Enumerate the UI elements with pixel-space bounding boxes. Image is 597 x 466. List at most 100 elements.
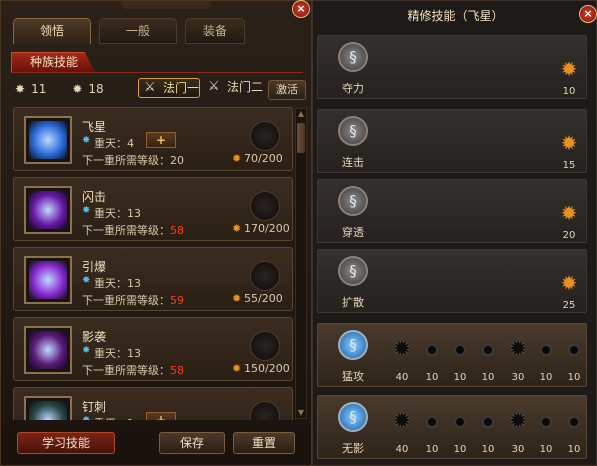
refine-node[interactable] <box>420 338 444 362</box>
sun-count: 18 <box>88 82 104 96</box>
dot-node-icon <box>482 416 494 428</box>
skill-cost: 55/200 <box>244 292 283 305</box>
learn-skill-button[interactable]: 学习技能 <box>17 432 115 454</box>
skill-slot[interactable] <box>250 331 280 361</box>
dot-node-icon <box>568 344 580 356</box>
swirl-icon[interactable]: § <box>338 116 368 146</box>
refine-node[interactable] <box>476 338 500 362</box>
scroll-up-icon[interactable]: ▲ <box>296 109 306 119</box>
refine-label: 无影 <box>342 442 364 455</box>
close-icon[interactable]: × <box>292 0 310 18</box>
skill-window: × 领悟 一般 装备 种族技能 ✸ 11 ✹ 18 ⚔ 法门一 ⚔ 法门二 激活… <box>0 0 597 466</box>
sun-icon[interactable]: ✹ <box>558 202 580 224</box>
burst-node-icon: ✹ <box>508 409 528 434</box>
skill-art <box>29 121 67 159</box>
refine-row: § 扩散 ✹ 25 <box>317 249 587 313</box>
swirl-icon[interactable]: § <box>338 186 368 216</box>
refine-node[interactable] <box>562 338 586 362</box>
swirl-icon[interactable]: § <box>338 42 368 72</box>
refine-node[interactable]: ✹ <box>506 410 530 434</box>
tab-comprehend[interactable]: 领悟 <box>13 18 91 44</box>
skill-card[interactable]: 飞星 ✸ 重天：4 + 下一重所需等级：20 ✹ 70/200 <box>13 107 293 171</box>
skill-name: 影袭 <box>82 330 107 344</box>
burst-node-icon: ✹ <box>508 337 528 362</box>
save-button[interactable]: 保存 <box>159 432 225 454</box>
swirl-icon[interactable]: § <box>338 330 368 360</box>
skill-card[interactable]: 引爆 ✸ 重天：13 下一重所需等级：59 ✹ 55/200 <box>13 247 293 311</box>
activate-button[interactable]: 激活 <box>268 80 306 100</box>
sun-icon: ✹ <box>232 362 242 375</box>
skill-icon[interactable] <box>24 326 72 374</box>
requirement-level: 20 <box>170 154 184 167</box>
star-icon: ✸ <box>82 345 91 356</box>
tab-general[interactable]: 一般 <box>99 18 177 44</box>
sun-icon[interactable]: ✹ <box>558 272 580 294</box>
requirement-label: 下一重所需等级： <box>82 294 170 307</box>
skill-icon[interactable] <box>24 256 72 304</box>
scroll-thumb[interactable] <box>297 123 305 153</box>
skill-slot[interactable] <box>250 191 280 221</box>
skill-icon[interactable] <box>24 116 72 164</box>
refine-node[interactable] <box>534 410 558 434</box>
refine-node[interactable] <box>562 410 586 434</box>
skill-art <box>29 191 67 229</box>
close-icon[interactable]: × <box>579 5 597 23</box>
refine-label: 扩散 <box>342 296 364 309</box>
scrollbar[interactable]: ▲ ▼ <box>295 108 307 419</box>
refine-label: 连击 <box>342 156 364 169</box>
skills-panel: × 领悟 一般 装备 种族技能 ✸ 11 ✹ 18 ⚔ 法门一 ⚔ 法门二 激活… <box>0 0 312 466</box>
skill-cost: 170/200 <box>244 222 290 235</box>
star-icon: ✸ <box>82 205 91 216</box>
skill-cost: 70/200 <box>244 152 283 165</box>
node-value: 30 <box>511 444 525 455</box>
skill-card[interactable]: 影袭 ✸ 重天：13 下一重所需等级：58 ✹ 150/200 <box>13 317 293 381</box>
requirement-level: 58 <box>170 224 184 237</box>
refine-node[interactable] <box>476 410 500 434</box>
skill-icon[interactable] <box>24 396 72 420</box>
node-value: 10 <box>567 372 581 383</box>
refine-node[interactable]: ✹ <box>390 338 414 362</box>
add-point-button[interactable]: + <box>146 412 176 420</box>
refine-title: 精修技能（飞星） <box>407 9 504 23</box>
requirement-level: 58 <box>170 364 184 377</box>
refine-panel: 精修技能（飞星） × § 夺力 ✹ 10 § 连击 ✹ 15 § 穿透 ✹ 20 § 扩散 ✹ 25 § 猛攻 ✹ 4… <box>312 0 597 466</box>
school-1-button[interactable]: ⚔ 法门一 <box>138 78 200 98</box>
sun-icon[interactable]: ✹ <box>558 58 580 80</box>
swirl-glyph: § <box>349 122 357 140</box>
sun-icon[interactable]: ✹ <box>558 132 580 154</box>
skill-slot[interactable] <box>250 261 280 291</box>
school-2-button[interactable]: ⚔ 法门二 <box>203 78 265 98</box>
refine-node[interactable] <box>420 410 444 434</box>
skill-art <box>29 261 67 299</box>
add-point-button[interactable]: + <box>146 132 176 148</box>
refine-node[interactable]: ✹ <box>506 338 530 362</box>
skill-icon[interactable] <box>24 186 72 234</box>
refine-node[interactable]: ✹ <box>390 410 414 434</box>
dot-node-icon <box>426 344 438 356</box>
skill-card[interactable]: 闪击 ✸ 重天：13 下一重所需等级：58 ✹ 170/200 <box>13 177 293 241</box>
skill-art <box>29 401 67 420</box>
node-value: 10 <box>567 444 581 455</box>
refine-row: § 无影 ✹ 40 10 10 10 ✹ 30 10 10 <box>317 395 587 459</box>
refine-row: § 穿透 ✹ 20 <box>317 179 587 243</box>
skill-slot[interactable] <box>250 401 280 420</box>
reset-button[interactable]: 重置 <box>233 432 295 454</box>
tab-equipment[interactable]: 装备 <box>185 18 245 44</box>
refine-node[interactable] <box>448 410 472 434</box>
scroll-down-icon[interactable]: ▼ <box>296 408 306 418</box>
refine-node[interactable] <box>448 338 472 362</box>
school-1-label: 法门一 <box>163 81 200 95</box>
skill-name: 闪击 <box>82 190 107 204</box>
skill-card[interactable]: 钉刺✸ 重天：1 + <box>13 387 293 420</box>
skill-layer: 重天：4 <box>94 137 134 150</box>
star-icon: ✸ <box>82 135 91 146</box>
sun-icon: ✹ <box>232 152 242 165</box>
swirl-icon[interactable]: § <box>338 402 368 432</box>
node-value: 10 <box>453 372 467 383</box>
swirl-icon[interactable]: § <box>338 256 368 286</box>
refine-node[interactable] <box>534 338 558 362</box>
refine-value: 20 <box>562 230 576 241</box>
skill-slot[interactable] <box>250 121 280 151</box>
requirement-label: 下一重所需等级： <box>82 154 170 167</box>
swirl-glyph: § <box>349 336 357 354</box>
